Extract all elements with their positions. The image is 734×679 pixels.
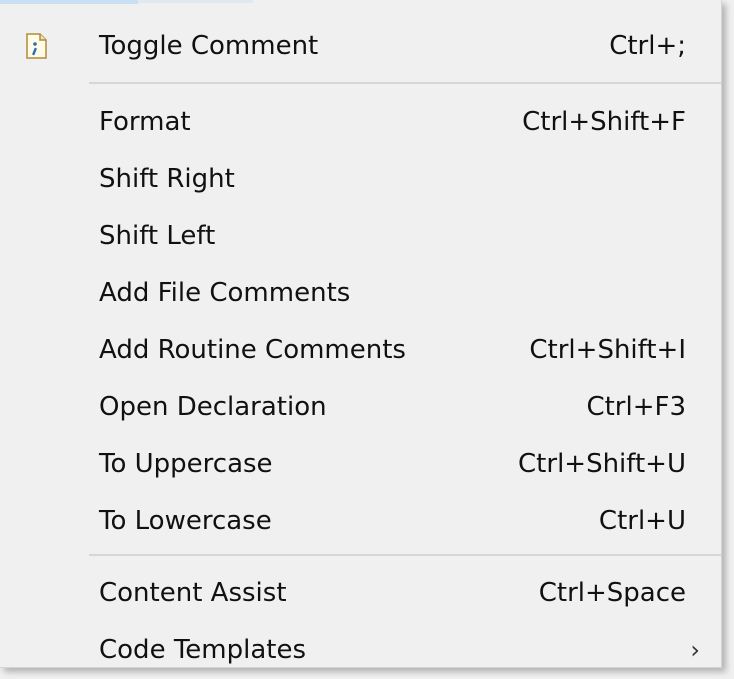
menu-item-label: Add File Comments [99,277,351,308]
menu-item-shortcut: Ctrl+Shift+F [522,106,686,137]
menu-top-accent [0,0,138,4]
menu-item-label: Content Assist [99,577,287,608]
menu-item-content-assist[interactable]: Content Assist Ctrl+Space [0,564,722,621]
menu-item-toggle-comment[interactable]: Toggle Comment Ctrl+; [0,17,722,74]
menu-item-shortcut: Ctrl+Shift+I [529,334,686,365]
menu-item-to-lowercase[interactable]: To Lowercase Ctrl+U [0,492,722,549]
menu-top-accent-secondary [138,0,253,3]
toggle-comment-icon [25,32,47,59]
menu-item-open-declaration[interactable]: Open Declaration Ctrl+F3 [0,378,722,435]
menu-item-code-templates[interactable]: Code Templates › [0,621,722,678]
menu-item-add-file-comments[interactable]: Add File Comments [0,264,722,321]
menu-item-shift-left[interactable]: Shift Left [0,207,722,264]
menu-item-shortcut: Ctrl+; [609,30,686,61]
menu-item-label: Format [99,106,191,137]
menu-item-format[interactable]: Format Ctrl+Shift+F [0,93,722,150]
menu-separator [89,554,722,556]
menu-item-label: Toggle Comment [99,30,319,61]
menu-item-shortcut: Ctrl+U [598,505,686,536]
menu-item-label: Code Templates [99,634,307,665]
menu-item-add-routine-comments[interactable]: Add Routine Comments Ctrl+Shift+I [0,321,722,378]
menu-item-label: To Uppercase [99,448,273,479]
menu-item-shortcut: Ctrl+Shift+U [518,448,686,479]
menu-item-shift-right[interactable]: Shift Right [0,150,722,207]
context-menu: Toggle Comment Ctrl+; Format Ctrl+Shift+… [0,0,722,668]
menu-item-to-uppercase[interactable]: To Uppercase Ctrl+Shift+U [0,435,722,492]
menu-item-shortcut: Ctrl+F3 [586,391,686,422]
menu-item-label: Open Declaration [99,391,327,422]
menu-item-label: Shift Right [99,163,235,194]
menu-item-label: Add Routine Comments [99,334,406,365]
chevron-right-icon: › [690,635,700,664]
menu-separator [89,82,722,84]
menu-item-shortcut: Ctrl+Space [538,577,686,608]
menu-item-label: Shift Left [99,220,216,251]
menu-item-label: To Lowercase [99,505,272,536]
